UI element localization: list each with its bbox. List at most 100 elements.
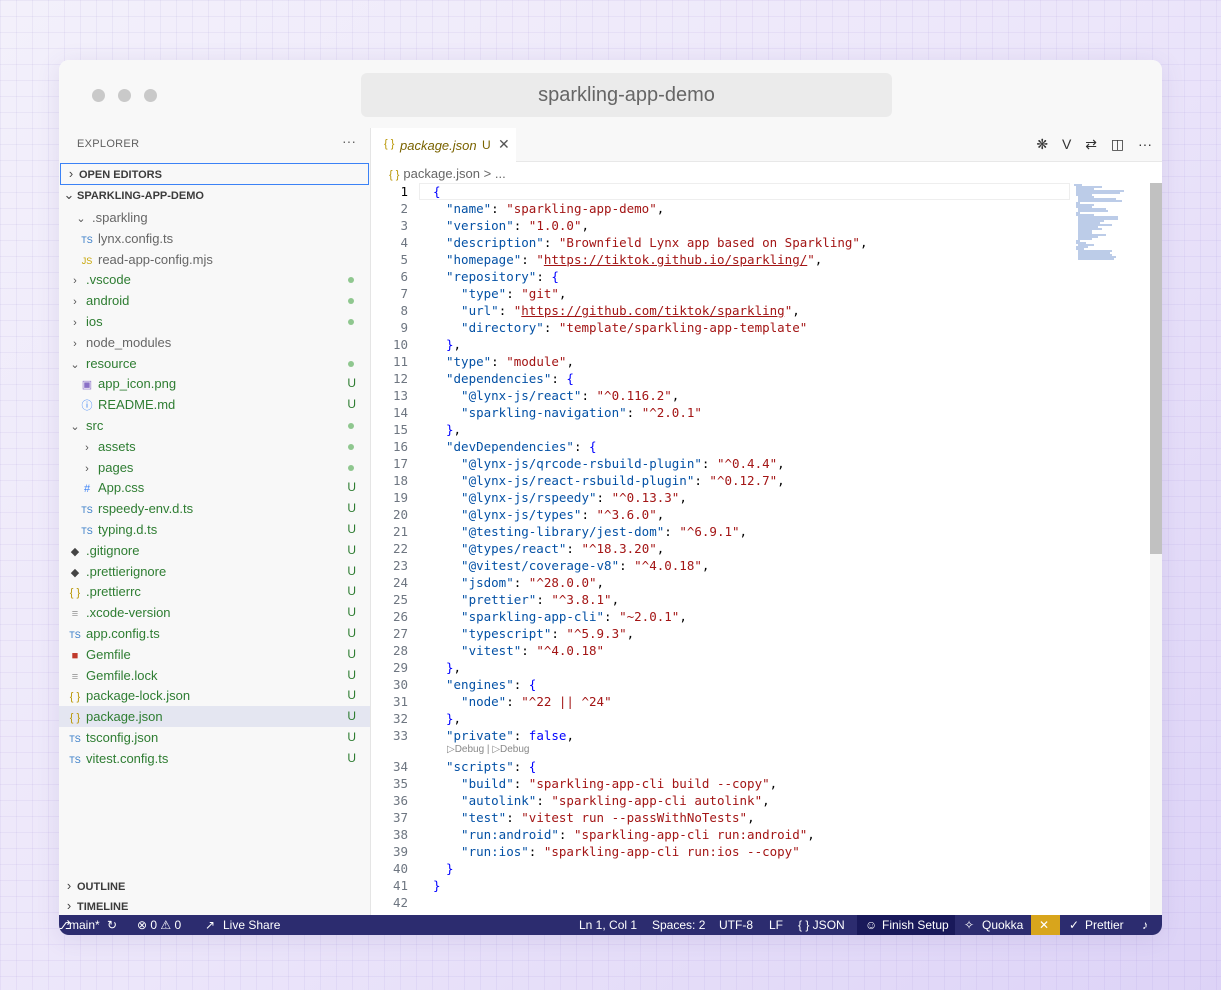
quokka-status[interactable]: Quokka: [982, 915, 1023, 935]
outline-section[interactable]: › OUTLINE: [59, 876, 370, 896]
explorer-more-icon[interactable]: ···: [342, 133, 356, 149]
tree-item[interactable]: { } package.json U: [59, 706, 370, 728]
tree-item[interactable]: › ios: [59, 311, 370, 332]
tree-item[interactable]: ◆ .prettierignore U: [59, 561, 370, 582]
line-number: 18: [392, 473, 408, 488]
tree-item-label: tsconfig.json: [86, 730, 159, 745]
code-text: "sparkling-app-cli": "~2.0.1",: [446, 609, 687, 624]
line-number: 34: [392, 759, 408, 774]
tree-item[interactable]: › .vscode: [59, 269, 370, 290]
tree-item[interactable]: ⌄ src: [59, 415, 370, 436]
open-editors-section[interactable]: › OPEN EDITORS: [60, 163, 369, 185]
prettier-status[interactable]: Prettier: [1085, 915, 1124, 935]
tree-item[interactable]: TS lynx.config.ts: [59, 228, 370, 249]
tab-modified-badge: U: [482, 138, 491, 152]
outline-label: OUTLINE: [77, 881, 126, 893]
tree-item[interactable]: ≡ Gemfile.lock U: [59, 665, 370, 686]
git-status-badge: U: [347, 397, 356, 412]
tree-item-label: app.config.ts: [86, 626, 160, 641]
code-text: },: [446, 422, 462, 437]
tree-item-label: .vscode: [86, 272, 131, 288]
tree-item[interactable]: › pages: [59, 457, 370, 478]
window-zoom-dot[interactable]: [144, 89, 157, 102]
tree-item[interactable]: › assets: [59, 436, 370, 457]
tree-item[interactable]: ◆ .gitignore U: [59, 540, 370, 561]
compare-changes-icon[interactable]: ⇄: [1085, 136, 1097, 153]
status-dot: [348, 277, 354, 284]
code-text: "engines": {: [446, 677, 537, 692]
scrollbar-thumb[interactable]: [1150, 183, 1162, 554]
code-text: "@types/react": "^18.3.20",: [446, 541, 665, 556]
code-text: "run:android": "sparkling-app-cli run:an…: [446, 827, 815, 842]
tree-item[interactable]: ▣ app_icon.png U: [59, 373, 370, 394]
tree-item[interactable]: TS app.config.ts U: [59, 623, 370, 644]
timeline-section[interactable]: › TIMELINE: [59, 896, 370, 916]
code-line: 19 "@lynx-js/rspeedy": "^0.13.3",: [371, 489, 1162, 506]
tree-item-label: read-app-config.mjs: [98, 251, 213, 267]
code-line: 37 "test": "vitest run --passWithNoTests…: [371, 809, 1162, 826]
tree-item[interactable]: › node_modules: [59, 332, 370, 353]
eol-status[interactable]: LF: [769, 915, 783, 935]
tree-item[interactable]: TS typing.d.ts U: [59, 519, 370, 540]
tree-item[interactable]: JS read-app-config.mjs: [59, 249, 370, 270]
tree-item-label: rspeedy-env.d.ts: [98, 501, 194, 517]
project-section[interactable]: ⌄ SPARKLING-APP-DEMO: [59, 185, 370, 205]
line-number: 13: [392, 388, 408, 403]
bell-icon[interactable]: ♪: [1142, 915, 1148, 935]
code-line: 17 "@lynx-js/qrcode-rsbuild-plugin": "^0…: [371, 455, 1162, 472]
branch-status[interactable]: main*: [69, 915, 100, 935]
indentation-status[interactable]: Spaces: 2: [652, 915, 705, 935]
code-text: "type": "module",: [446, 354, 574, 369]
breadcrumb-more[interactable]: > ...: [484, 166, 506, 181]
more-actions-icon[interactable]: ···: [1138, 136, 1152, 152]
tree-item[interactable]: ⓘ README.md U: [59, 394, 370, 415]
tree-item[interactable]: ⌄ .sparkling: [59, 207, 370, 228]
tree-item[interactable]: # App.css U: [59, 477, 370, 498]
tab-package-json[interactable]: { } package.json U ✕: [371, 128, 516, 162]
close-icon[interactable]: ✕: [498, 136, 510, 153]
code-text: }: [446, 861, 454, 876]
breadcrumb-file[interactable]: package.json: [403, 166, 480, 181]
code-text: "jsdom": "^28.0.0",: [446, 575, 605, 590]
check-icon: ✓: [1069, 918, 1080, 932]
language-mode[interactable]: { } JSON: [798, 915, 845, 935]
openai-icon[interactable]: ❋: [1036, 136, 1048, 153]
minimap[interactable]: [1072, 183, 1152, 263]
git-status-badge: U: [347, 688, 356, 703]
tree-item[interactable]: › android: [59, 290, 370, 311]
tree-item-label: android: [86, 293, 130, 309]
split-editor-icon[interactable]: ◫: [1111, 136, 1124, 153]
code-line: 13 "@lynx-js/react": "^0.116.2",: [371, 387, 1162, 404]
cursor-position[interactable]: Ln 1, Col 1: [579, 915, 637, 935]
sync-icon[interactable]: ↻: [107, 915, 117, 935]
window-close-dot[interactable]: [92, 89, 105, 102]
no-sign-icon[interactable]: ✕: [1039, 915, 1049, 935]
tree-item[interactable]: TS rspeedy-env.d.ts U: [59, 498, 370, 519]
encoding-status[interactable]: UTF-8: [719, 915, 753, 935]
window-title[interactable]: sparkling-app-demo: [361, 73, 892, 117]
tree-item[interactable]: { } package-lock.json U: [59, 685, 370, 706]
git-status-badge: U: [347, 376, 356, 391]
tree-item[interactable]: TS tsconfig.json U: [59, 727, 370, 748]
window-minimize-dot[interactable]: [118, 89, 131, 102]
line-number: 8: [400, 303, 408, 318]
code-line: 25 "prettier": "^3.8.1",: [371, 591, 1162, 608]
debug-codelens[interactable]: ▷Debug | ▷Debug: [447, 744, 529, 755]
tree-item[interactable]: ■ Gemfile U: [59, 644, 370, 665]
tree-item-label: typing.d.ts: [98, 522, 158, 537]
v-action-icon[interactable]: V: [1062, 136, 1071, 152]
tree-item[interactable]: ⌄ resource: [59, 353, 370, 374]
tree-item[interactable]: ≡ .xcode-version U: [59, 602, 370, 623]
code-line: 18 "@lynx-js/react-rsbuild-plugin": "^0.…: [371, 472, 1162, 489]
live-share-button[interactable]: Live Share: [223, 915, 280, 935]
tree-item[interactable]: TS vitest.config.ts U: [59, 748, 370, 769]
problems-status[interactable]: ⊗ 0 ⚠ 0: [137, 915, 181, 935]
chevron-right-icon: ›: [66, 898, 72, 913]
git-status-badge: U: [347, 542, 356, 557]
code-line: 34 "scripts": {: [371, 758, 1162, 775]
tree-item[interactable]: { } .prettierrc U: [59, 581, 370, 602]
copilot-finish-setup[interactable]: Finish Setup: [882, 915, 949, 935]
status-dot: [348, 319, 354, 325]
git-status-badge: U: [347, 501, 356, 516]
copilot-icon: ☺: [865, 918, 878, 932]
